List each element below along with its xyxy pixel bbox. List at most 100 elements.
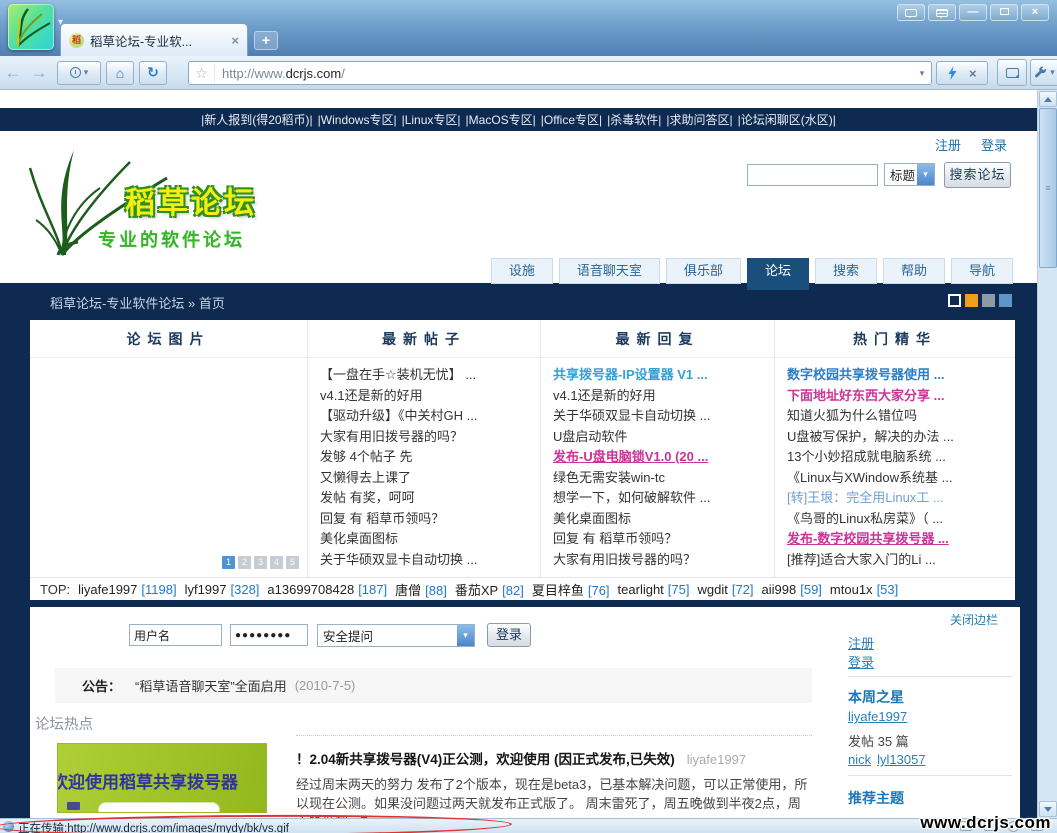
forum-topic[interactable]: 共享拨号器-IP设置器 V1 ...: [553, 365, 774, 386]
post-author[interactable]: liyafe1997: [687, 752, 746, 767]
scrollbar-thumb[interactable]: ≡: [1039, 108, 1057, 268]
forum-topic[interactable]: 【一盘在手☆装机无忧】 ...: [320, 365, 540, 386]
url-text[interactable]: http://www.dcrjs.com/: [215, 66, 913, 81]
style-square[interactable]: [982, 294, 995, 307]
forum-topic[interactable]: 大家有用旧拨号器的吗？: [553, 550, 774, 571]
forum-topic[interactable]: 大家有用旧拨号器的吗？: [320, 427, 540, 448]
top-user[interactable]: 唐僧[88]: [395, 580, 447, 599]
login-button[interactable]: 登录: [487, 623, 531, 647]
lightning-icon[interactable]: [947, 66, 958, 80]
bookmark-star-icon[interactable]: ☆: [189, 65, 215, 82]
login-link[interactable]: 登录: [981, 135, 1007, 154]
forum-topic[interactable]: 发够 4个帖子 先: [320, 447, 540, 468]
breadcrumb-site[interactable]: 稻草论坛-专业软件论坛: [50, 296, 184, 311]
top-user[interactable]: tearlight[75]: [618, 582, 690, 597]
top-user[interactable]: 番茄XP[82]: [455, 580, 524, 599]
topnav-link[interactable]: |论坛闲聊区(水区)|: [738, 111, 836, 128]
topnav-link[interactable]: |新人报到(得20稻币)|: [201, 111, 313, 128]
forum-topic[interactable]: 绿色无需安装win-tc: [553, 468, 774, 489]
register-link[interactable]: 注册: [935, 135, 961, 154]
forum-topic[interactable]: 《鸟哥的Linux私房菜》（ ...: [787, 509, 1015, 530]
history-button[interactable]: ▾: [57, 61, 101, 85]
forum-topic[interactable]: 关于华硕双显卡自动切换 ...: [553, 406, 774, 427]
search-category-select[interactable]: 标题 ▾: [884, 163, 935, 186]
vertical-scrollbar[interactable]: ≡: [1037, 90, 1057, 818]
topnav-link[interactable]: |Linux专区|: [402, 111, 461, 128]
sidebar-login-link[interactable]: 登录: [848, 652, 874, 671]
address-bar[interactable]: ☆ http://www.dcrjs.com/ ▾: [188, 61, 932, 85]
maximize-button[interactable]: [990, 4, 1018, 21]
style-square[interactable]: [999, 294, 1012, 307]
top-user[interactable]: liyafe1997[1198]: [78, 582, 176, 597]
password-field[interactable]: [230, 624, 308, 646]
url-dropdown-icon[interactable]: ▾: [913, 68, 931, 79]
search-forum-button[interactable]: 搜索论坛: [944, 162, 1011, 188]
forum-topic[interactable]: v4.1还是新的好用: [553, 386, 774, 407]
top-user[interactable]: wgdit[72]: [697, 582, 753, 597]
style-square[interactable]: [948, 294, 961, 307]
top-user[interactable]: lyf1997[328]: [185, 582, 260, 597]
top-user[interactable]: mtou1x[53]: [830, 582, 898, 597]
forum-topic[interactable]: 发布-数字校园共享拨号器 ...: [787, 529, 1015, 550]
topnav-link[interactable]: |Windows专区|: [318, 111, 397, 128]
top-user[interactable]: 夏目梓鱼[76]: [532, 580, 610, 599]
forum-topic[interactable]: [转]王垠：完全用Linux工 ...: [787, 488, 1015, 509]
minimize-button[interactable]: —: [959, 4, 987, 21]
topnav-link[interactable]: |求助问答区|: [666, 111, 732, 128]
forum-topic[interactable]: 发帖 有奖，呵呵: [320, 488, 540, 509]
forum-tab[interactable]: 帮助: [883, 258, 945, 284]
forum-topic[interactable]: v4.1还是新的好用: [320, 386, 540, 407]
forum-topic[interactable]: U盘启动软件: [553, 427, 774, 448]
page-dot[interactable]: 5: [286, 556, 299, 569]
forum-topic[interactable]: 发布-U盘电脑锁V1.0 (20 ...: [553, 447, 774, 468]
forum-topic[interactable]: 13个小妙招成就电脑系统 ...: [787, 447, 1015, 468]
back-button[interactable]: ←: [0, 63, 26, 83]
forum-tab[interactable]: 搜索: [815, 258, 877, 284]
browser-tab[interactable]: 稻 稻草论坛-专业软... ×: [60, 23, 248, 56]
breadcrumb-page[interactable]: 首页: [199, 296, 225, 311]
page-dot[interactable]: 2: [238, 556, 251, 569]
forum-topic[interactable]: 下面地址好东西大家分享 ...: [787, 386, 1015, 407]
new-tab-button[interactable]: +: [254, 31, 278, 50]
forum-tab[interactable]: 导航: [951, 258, 1013, 284]
app-icon[interactable]: [8, 4, 54, 50]
forum-topic[interactable]: 数字校园共享拨号器使用 ...: [787, 365, 1015, 386]
week-star-user-link[interactable]: liyafe1997: [848, 709, 907, 724]
topnav-link[interactable]: |MacOS专区|: [466, 111, 536, 128]
security-question-select[interactable]: 安全提问 ▾: [317, 624, 475, 647]
page-tools-button[interactable]: [997, 59, 1027, 86]
forward-button[interactable]: →: [26, 63, 52, 83]
top-user[interactable]: aii998[59]: [762, 582, 822, 597]
username-field[interactable]: [129, 624, 222, 646]
forum-topic[interactable]: 回复 有 稻草币领吗？: [320, 509, 540, 530]
forum-topic[interactable]: 美化桌面图标: [320, 529, 540, 550]
dialer-banner-image[interactable]: 欢迎使用稻草共享拨号器: [57, 743, 267, 813]
forum-topic[interactable]: U盘被写保护，解决的办法 ...: [787, 427, 1015, 448]
forum-tab[interactable]: 论坛: [747, 258, 809, 290]
top-user[interactable]: a13699708428[187]: [267, 582, 387, 597]
page-dot[interactable]: 1: [222, 556, 235, 569]
nick-value-link[interactable]: lyl13057: [877, 752, 925, 767]
forum-topic[interactable]: 知道火狐为什么错位吗: [787, 406, 1015, 427]
topnav-link[interactable]: |杀毒软件|: [607, 111, 661, 128]
forum-topic[interactable]: 【驱动升级】《中关村GH ...: [320, 406, 540, 427]
post-title[interactable]: ！2.04新共享拨号器(V4)正公测，欢迎使用 (因正式发布,已失效): [296, 752, 675, 767]
topnav-link[interactable]: |Office专区|: [541, 111, 602, 128]
forum-tab[interactable]: 俱乐部: [666, 258, 741, 284]
forum-topic[interactable]: 想学一下，如何破解软件 ...: [553, 488, 774, 509]
announcement-text[interactable]: “稻草语音聊天室”全面启用: [135, 676, 287, 695]
forum-topic[interactable]: 关于华硕双显卡自动切换 ...: [320, 550, 540, 571]
forum-topic[interactable]: 回复 有 稻草币领吗？: [553, 529, 774, 550]
stop-icon[interactable]: ×: [969, 66, 977, 81]
refresh-button[interactable]: ↻: [139, 61, 167, 85]
forum-topic[interactable]: 又懒得去上课了: [320, 468, 540, 489]
page-dot[interactable]: 3: [254, 556, 267, 569]
style-square[interactable]: [965, 294, 978, 307]
home-button[interactable]: ⌂: [106, 61, 134, 85]
page-dot[interactable]: 4: [270, 556, 283, 569]
settings-wrench-button[interactable]: ▾: [1030, 59, 1057, 86]
sidebar-register-link[interactable]: 注册: [848, 633, 874, 652]
scroll-up-button[interactable]: [1039, 91, 1057, 107]
feedback-icon[interactable]: [928, 4, 956, 21]
tab-close-icon[interactable]: ×: [231, 33, 239, 48]
